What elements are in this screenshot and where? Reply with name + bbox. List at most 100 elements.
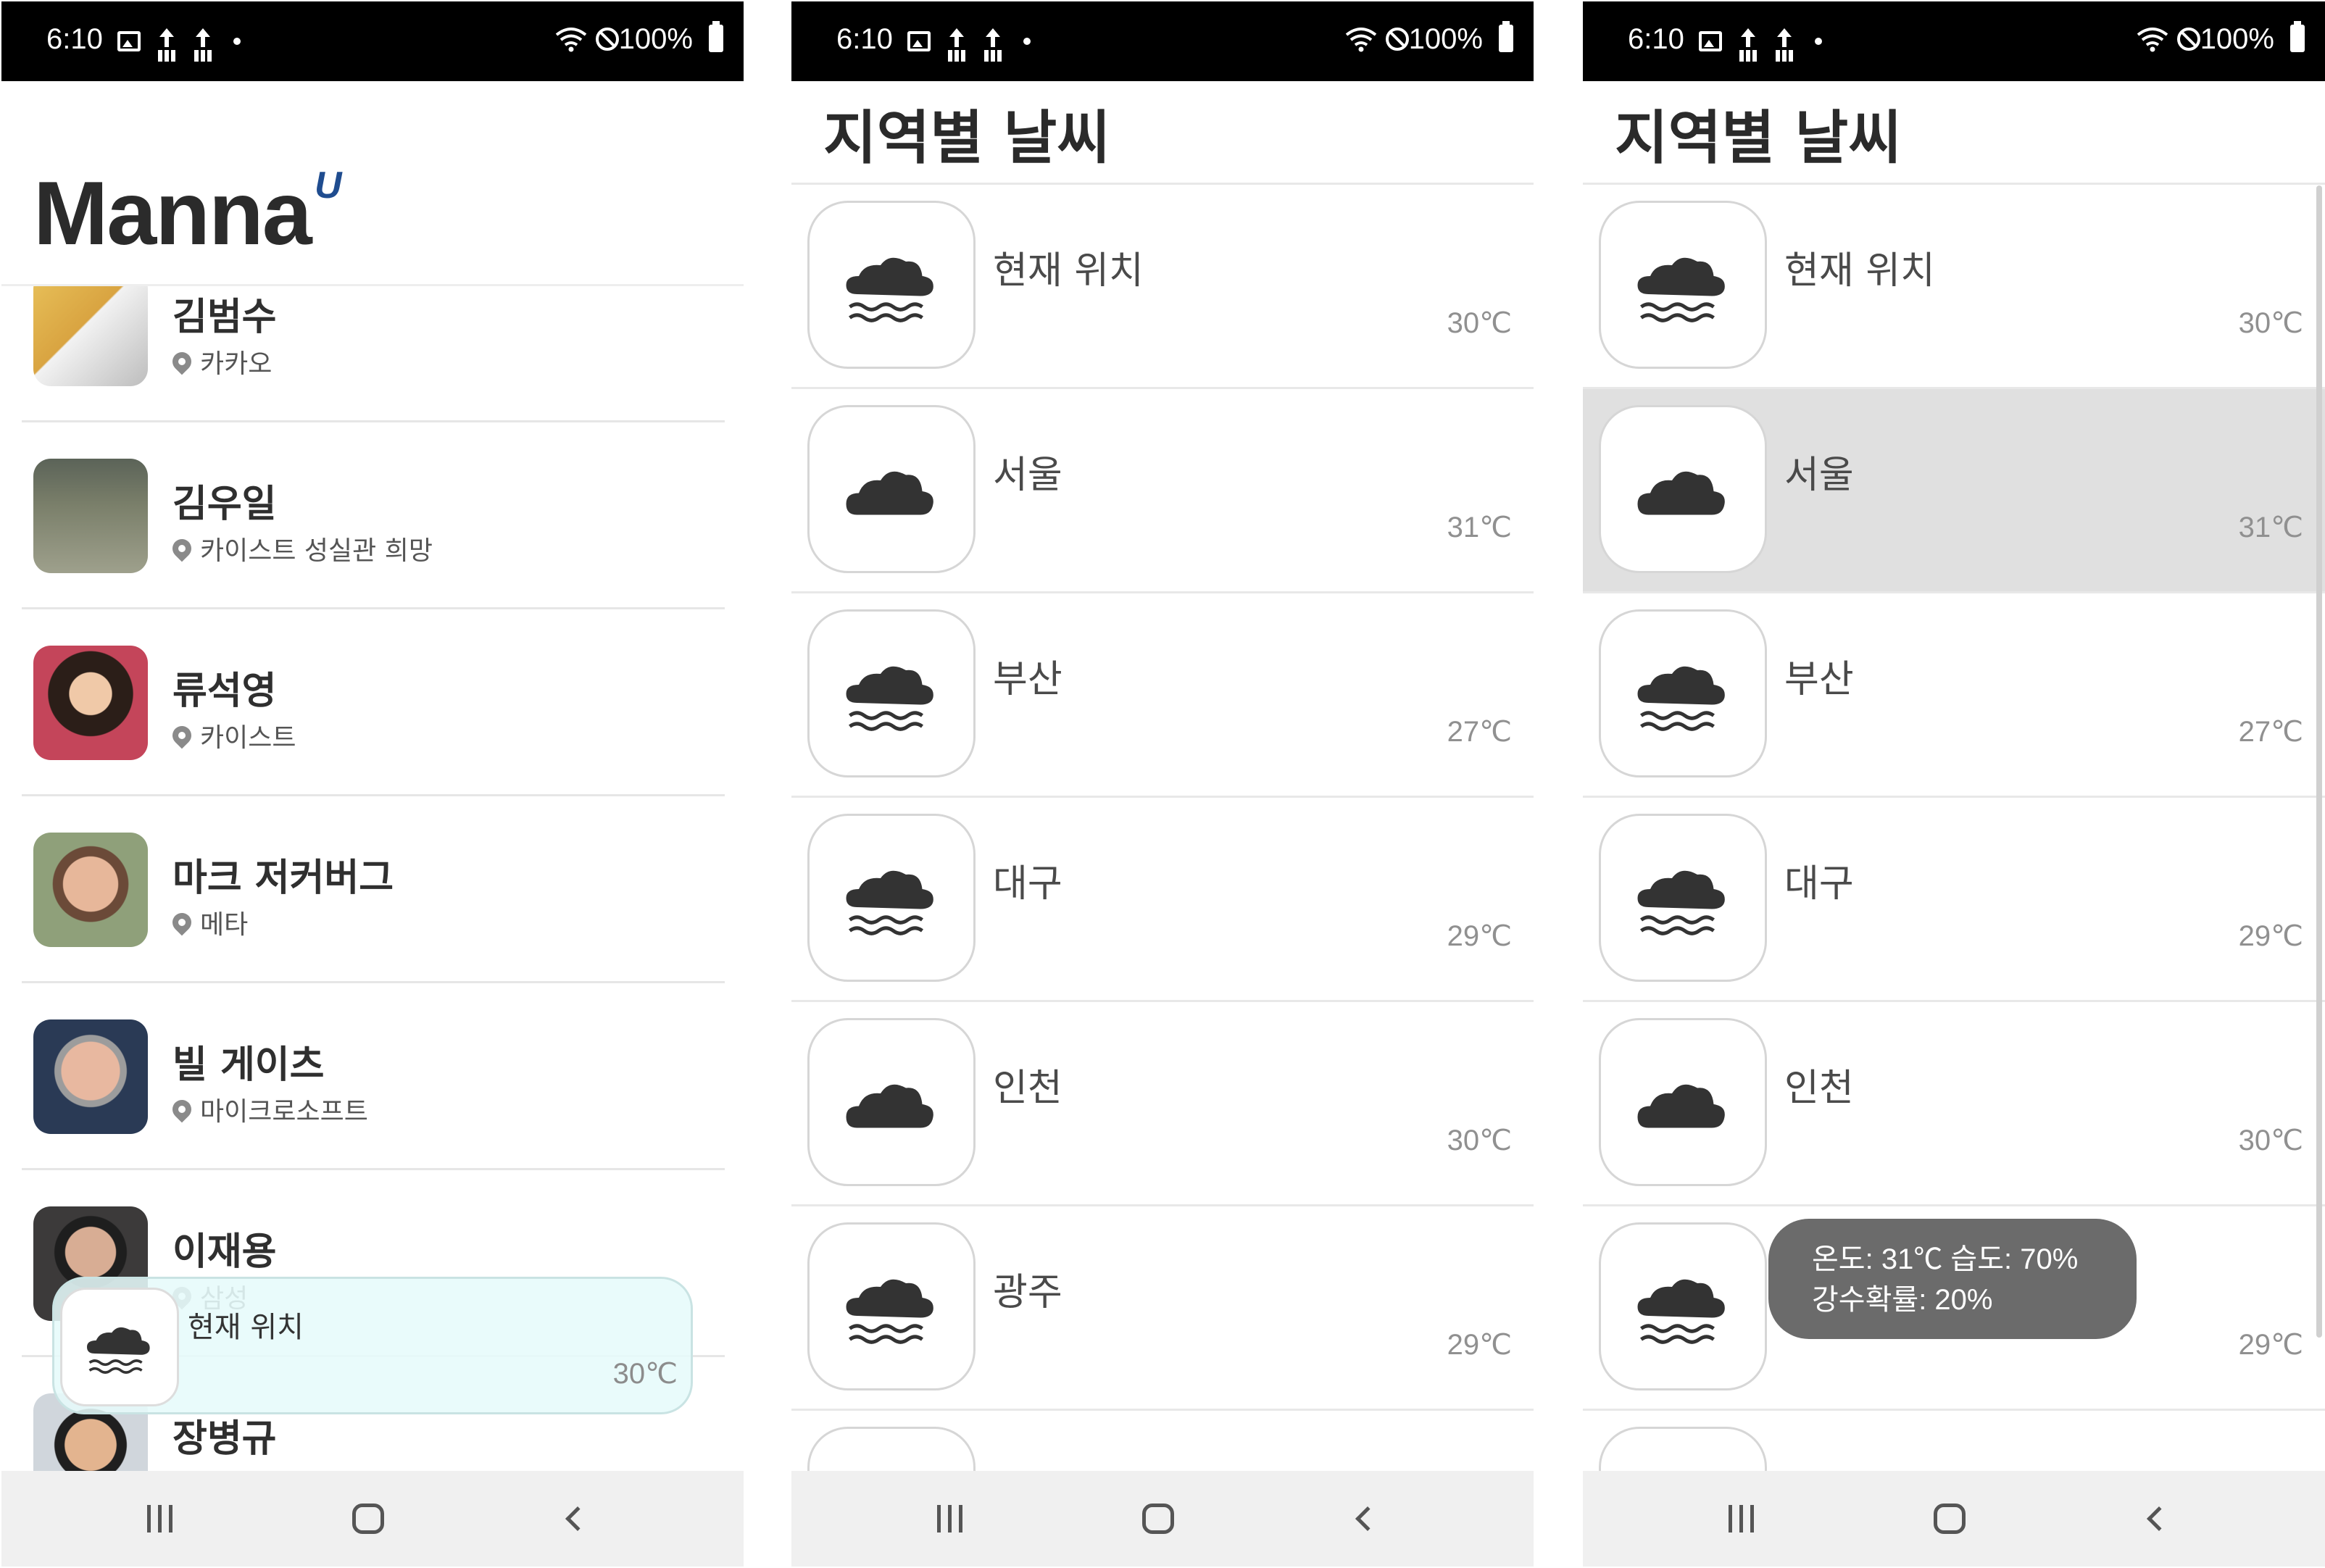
city-name: 부산 [993, 658, 1062, 701]
night-fog-icon [1637, 655, 1725, 731]
recent-apps-button[interactable] [130, 1497, 188, 1540]
contact-org: 카이스트 [200, 723, 296, 753]
phone-screen-weather-detail: 6:10 100% 지역별 날씨 현재 위치 30℃ 서울 31℃ 부산 27℃… [1583, 1, 2325, 1567]
home-button[interactable] [1921, 1497, 1979, 1540]
more-notifications-dot-icon [233, 38, 241, 45]
city-row-seoul-selected[interactable]: 서울 31℃ [1583, 389, 2325, 593]
night-fog-icon [87, 1319, 150, 1374]
city-weather-list[interactable]: 현재 위치 30℃ 서울 31℃ 부산 27℃ 대구 29℃ [791, 185, 1534, 1471]
city-row-partial[interactable] [791, 1411, 1534, 1471]
contact-org: 마이크로소프트 [200, 1097, 368, 1127]
upload-icon [157, 28, 177, 54]
status-bar: 6:10 100% [791, 1, 1534, 81]
do-not-disturb-icon [2177, 28, 2200, 51]
night-cloud-icon [846, 1064, 933, 1127]
city-temperature: 30℃ [1447, 1125, 1512, 1156]
city-row-current-location[interactable]: 현재 위치 30℃ [1583, 185, 2325, 389]
city-row-current-location[interactable]: 현재 위치 30℃ [791, 185, 1534, 389]
contact-name: 빌 게이츠 [172, 1043, 325, 1087]
night-fog-icon [846, 246, 933, 322]
battery-icon [709, 21, 723, 52]
upload-icon [947, 28, 967, 54]
home-icon [1142, 1504, 1174, 1534]
contact-name: 장병규 [172, 1417, 277, 1461]
floating-weather-widget[interactable]: 현재 위치 30℃ [52, 1277, 693, 1414]
recent-apps-button[interactable] [1712, 1497, 1770, 1540]
city-name: 현재 위치 [993, 249, 1144, 293]
phone-screen-contacts: 6:10 100% Manna U 김범수 카카오 김우일 카이스트 성실관 희… [1, 1, 744, 1567]
contact-name: 이재용 [172, 1230, 277, 1274]
page-title: 지역별 날씨 [823, 104, 1110, 172]
city-row-partial[interactable] [1583, 1411, 2325, 1471]
phone-screen-weather: 6:10 100% 지역별 날씨 현재 위치 30℃ 서울 31℃ 부산 27℃… [791, 1, 1534, 1567]
avatar [33, 646, 148, 760]
home-button[interactable] [339, 1497, 397, 1540]
city-row-busan[interactable]: 부산 27℃ [791, 593, 1534, 798]
city-name: 인천 [993, 1067, 1062, 1110]
recent-apps-button[interactable] [920, 1497, 978, 1540]
battery-icon [1499, 21, 1513, 52]
home-button[interactable] [1129, 1497, 1187, 1540]
back-button[interactable] [1335, 1497, 1393, 1540]
page-title: 지역별 날씨 [1615, 104, 1902, 172]
city-row-daegu[interactable]: 대구 29℃ [1583, 798, 2325, 1002]
upload-icon [193, 28, 213, 54]
city-name: 인천 [1784, 1067, 1854, 1110]
tooltip-temp-humidity: 온도: 31℃ 습도: 70% [1812, 1243, 2079, 1275]
avatar [33, 286, 148, 386]
city-row-gwangju[interactable]: 광주 29℃ [791, 1206, 1534, 1411]
contact-row-bill-gates[interactable]: 빌 게이츠 마이크로소프트 [22, 983, 725, 1170]
city-name: 서울 [993, 454, 1062, 497]
city-temperature: 29℃ [1447, 1329, 1512, 1361]
city-name: 대구 [1784, 862, 1854, 906]
city-name: 현재 위치 [1784, 249, 1935, 293]
back-button[interactable] [2126, 1497, 2184, 1540]
contact-row-ryu-sukyoung[interactable]: 류석영 카이스트 [22, 609, 725, 796]
upload-icon [983, 28, 1003, 54]
weather-icon-box [807, 1427, 976, 1471]
avatar [33, 833, 148, 947]
city-row-daegu[interactable]: 대구 29℃ [791, 798, 1534, 1002]
city-temperature: 30℃ [2238, 1125, 2303, 1156]
contact-org: 카카오 [200, 349, 273, 379]
city-row-incheon[interactable]: 인천 30℃ [1583, 1002, 2325, 1206]
city-row-seoul[interactable]: 서울 31℃ [791, 389, 1534, 593]
battery-percent: 100% [618, 23, 693, 55]
back-icon [2147, 1506, 2171, 1531]
weather-icon-box [1599, 1427, 1767, 1471]
status-time: 6:10 [46, 23, 103, 55]
battery-icon [2290, 21, 2305, 52]
contact-row-kim-woo-il[interactable]: 김우일 카이스트 성실관 희망 [22, 422, 725, 609]
status-time: 6:10 [836, 23, 893, 55]
avatar [33, 1019, 148, 1134]
recent-apps-icon [146, 1505, 172, 1532]
battery-percent: 100% [2200, 23, 2274, 55]
contact-row-kim-beomsu[interactable]: 김범수 카카오 [22, 286, 725, 422]
weather-detail-tooltip: 온도: 31℃ 습도: 70% 강수확률: 20% [1768, 1219, 2137, 1339]
night-cloud-icon [1637, 451, 1725, 514]
city-row-busan[interactable]: 부산 27℃ [1583, 593, 2325, 798]
city-temperature: 29℃ [2238, 920, 2303, 952]
do-not-disturb-icon [596, 28, 619, 51]
back-icon [565, 1506, 590, 1531]
night-fog-icon [846, 859, 933, 935]
city-row-incheon[interactable]: 인천 30℃ [791, 1002, 1534, 1206]
home-icon [352, 1504, 384, 1534]
wifi-icon [555, 28, 587, 52]
city-name: 서울 [1784, 454, 1854, 497]
night-cloud-icon [1637, 1064, 1725, 1127]
city-name: 대구 [993, 862, 1062, 906]
back-button[interactable] [545, 1497, 603, 1540]
city-temperature: 31℃ [1447, 512, 1512, 543]
location-pin-icon [168, 1096, 196, 1123]
wifi-icon [1345, 28, 1377, 52]
night-fog-icon [1637, 859, 1725, 935]
city-name: 부산 [1784, 658, 1854, 701]
contact-name: 김우일 [172, 483, 277, 526]
night-fog-icon [846, 655, 933, 731]
upload-icon [1738, 28, 1758, 54]
scrollbar[interactable] [2316, 185, 2322, 1338]
contact-row-mark-zuckerberg[interactable]: 마크 저커버그 메타 [22, 796, 725, 983]
home-icon [1934, 1504, 1966, 1534]
status-bar: 6:10 100% [1583, 1, 2325, 81]
